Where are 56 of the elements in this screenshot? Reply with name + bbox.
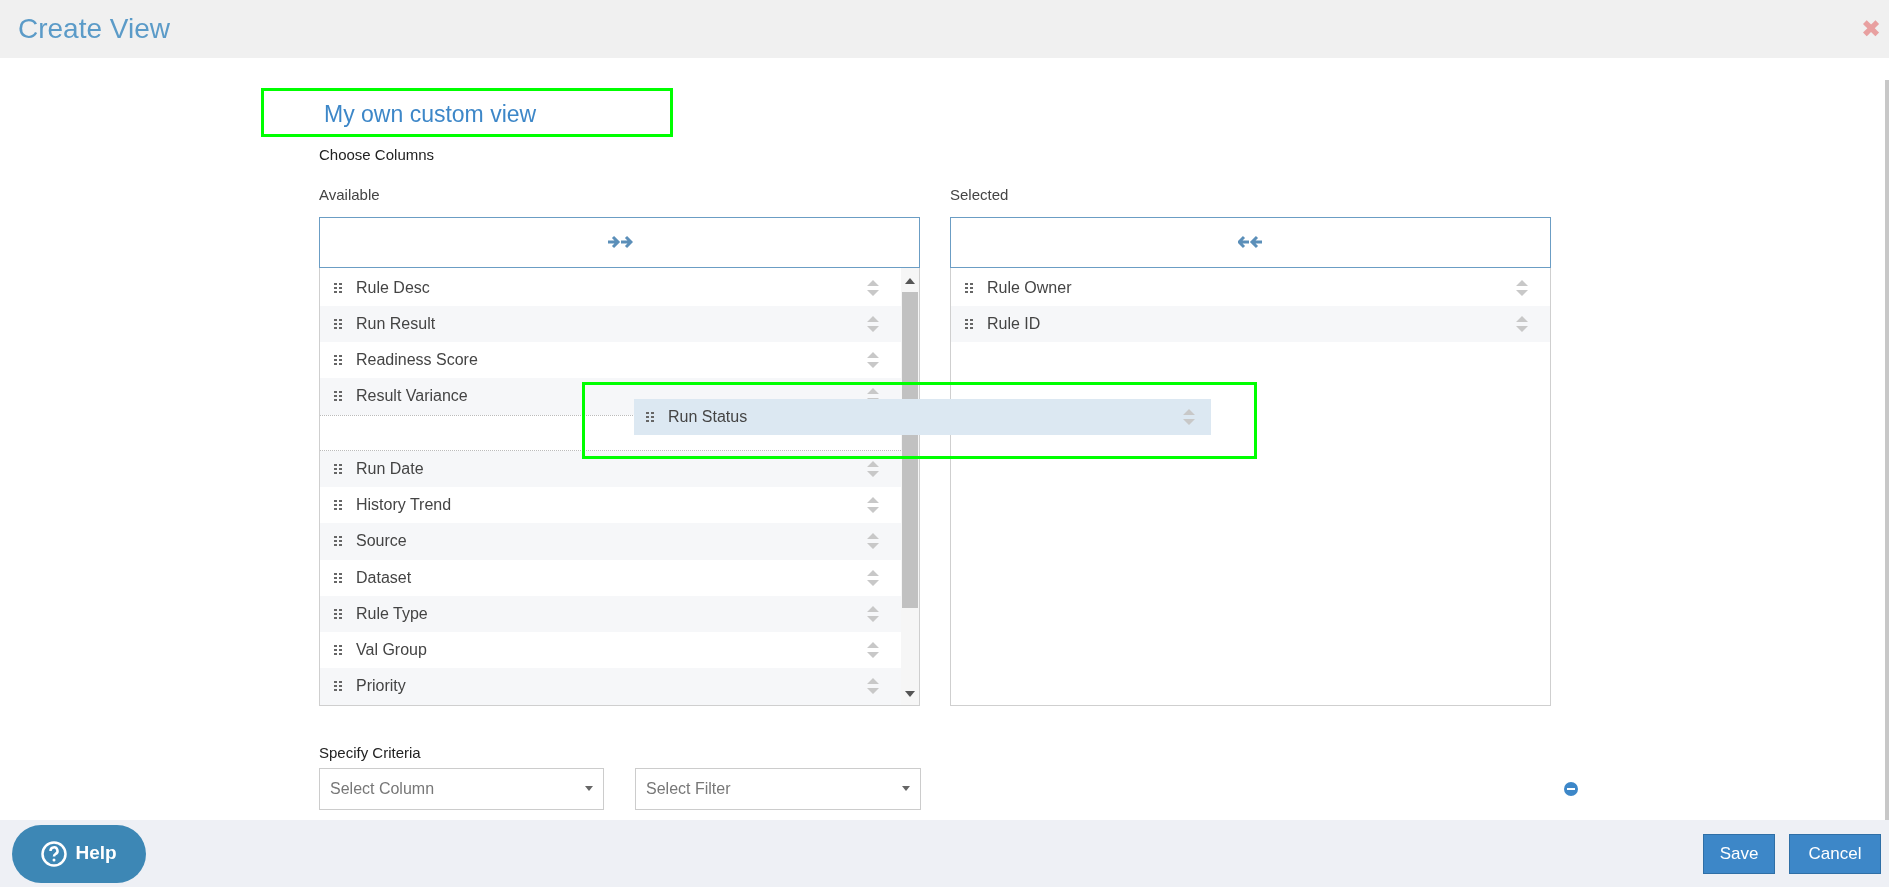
page-scrollbar[interactable] bbox=[1885, 80, 1889, 820]
scroll-down-icon[interactable] bbox=[905, 690, 915, 697]
column-select[interactable]: Select Column bbox=[319, 767, 604, 810]
drag-handle-icon[interactable] bbox=[965, 282, 973, 293]
drag-handle-icon[interactable] bbox=[334, 282, 342, 293]
sort-icon bbox=[867, 279, 879, 296]
sort-icon bbox=[867, 460, 879, 477]
remove-icon[interactable] bbox=[1564, 781, 1578, 796]
help-button[interactable]: Help bbox=[12, 824, 146, 883]
double-arrow-icon bbox=[606, 235, 633, 249]
section-heading: Choose Columns bbox=[319, 145, 436, 165]
sort-icon bbox=[867, 533, 879, 550]
sort-icon bbox=[867, 569, 879, 586]
drag-handle-icon[interactable] bbox=[334, 645, 342, 656]
section-heading: Specify Criteria bbox=[319, 742, 422, 763]
filter-select[interactable]: Select Filter bbox=[635, 767, 921, 810]
drag-handle-icon[interactable] bbox=[334, 536, 342, 547]
list-label: Selected bbox=[950, 185, 1010, 205]
sort-icon bbox=[867, 678, 879, 695]
scrollbar[interactable] bbox=[901, 267, 919, 705]
move-all-left-button[interactable] bbox=[950, 216, 1551, 268]
column-item[interactable]: Source bbox=[320, 523, 901, 560]
sort-icon bbox=[867, 605, 879, 622]
drag-handle-icon[interactable] bbox=[334, 318, 342, 329]
move-all-right-button[interactable] bbox=[319, 216, 920, 268]
sort-icon bbox=[867, 642, 879, 659]
help-icon bbox=[41, 840, 68, 867]
view-name-field[interactable]: My own custom view bbox=[324, 94, 724, 134]
dragged-item-overlay[interactable]: Run Status bbox=[634, 399, 1211, 435]
sort-icon bbox=[1183, 409, 1195, 425]
drag-handle-icon[interactable] bbox=[646, 412, 654, 422]
drag-handle-icon[interactable] bbox=[334, 608, 342, 619]
drag-handle-icon[interactable] bbox=[334, 391, 342, 402]
caret-icon bbox=[585, 786, 593, 791]
sort-icon bbox=[867, 352, 879, 369]
column-item[interactable]: Rule ID bbox=[951, 305, 1550, 343]
scroll-up-icon[interactable] bbox=[905, 277, 915, 284]
sort-icon bbox=[1516, 279, 1528, 296]
cancel-button[interactable]: Cancel bbox=[1789, 833, 1881, 874]
drag-handle-icon[interactable] bbox=[334, 500, 342, 511]
sort-icon bbox=[1516, 315, 1528, 332]
drag-handle-icon[interactable] bbox=[965, 318, 973, 329]
drag-handle-icon[interactable] bbox=[334, 355, 342, 366]
column-item[interactable]: Run Result bbox=[320, 305, 901, 342]
sort-icon bbox=[867, 315, 879, 332]
drag-handle-icon[interactable] bbox=[334, 681, 342, 692]
column-item[interactable]: Priority bbox=[320, 668, 901, 705]
dialog-title: Create View bbox=[18, 12, 170, 46]
caret-icon bbox=[902, 786, 910, 791]
drag-handle-icon[interactable] bbox=[334, 463, 342, 474]
double-arrow-icon bbox=[1237, 235, 1264, 249]
column-item[interactable]: Rule Type bbox=[320, 595, 901, 632]
save-button[interactable]: Save bbox=[1703, 833, 1775, 874]
list-label: Available bbox=[319, 185, 381, 205]
sort-icon bbox=[867, 497, 879, 514]
drag-handle-icon[interactable] bbox=[334, 572, 342, 583]
